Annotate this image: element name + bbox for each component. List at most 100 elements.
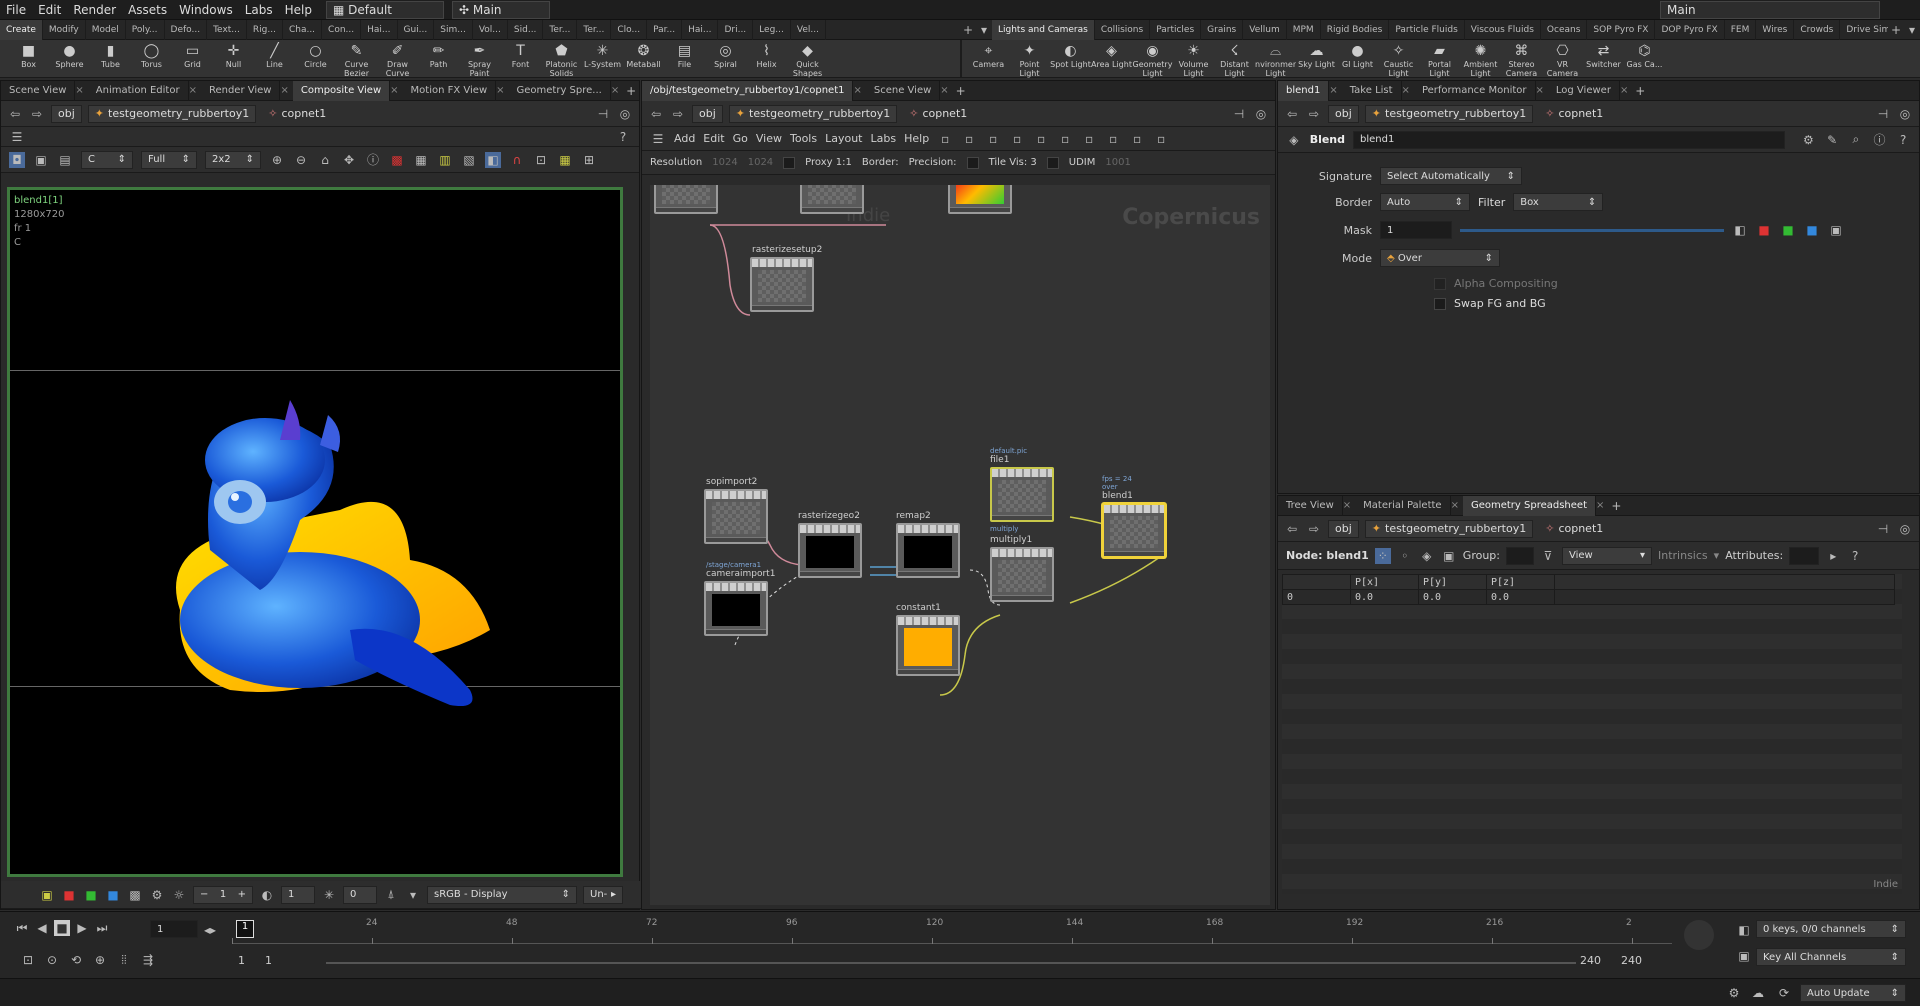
- color-toggle-icon[interactable]: ▥: [437, 152, 453, 168]
- menu-windows[interactable]: Windows: [173, 3, 239, 17]
- desktop-select[interactable]: ▦ Default: [326, 0, 444, 19]
- checker-icon[interactable]: ▩: [389, 152, 405, 168]
- magnet-icon[interactable]: ∩: [509, 152, 525, 168]
- spreadsheet-grid[interactable]: P[x] P[y] P[z] 0 0.0 0.0 0.0 Indie: [1282, 574, 1902, 894]
- tab-scene-view[interactable]: Scene View: [866, 80, 941, 101]
- path-geo[interactable]: ✦ testgeometry_rubbertoy1: [87, 104, 257, 123]
- shelf-tab[interactable]: Vol...: [473, 19, 508, 40]
- back-icon[interactable]: ⇦: [7, 106, 23, 122]
- alpha-checkbox[interactable]: [1434, 277, 1446, 290]
- column-header[interactable]: P[x]: [1350, 574, 1419, 590]
- monitor-icon[interactable]: ▤: [57, 152, 73, 168]
- tab-close-icon[interactable]: ×: [1329, 85, 1341, 96]
- context-select[interactable]: ✣ Main: [452, 0, 550, 19]
- points-icon[interactable]: ⁘: [1374, 547, 1391, 564]
- un-select[interactable]: Un- ▸: [583, 885, 623, 904]
- tool-gas-ca-[interactable]: ⌬ Gas Ca...: [1624, 40, 1665, 78]
- shelf-tab[interactable]: Hai...: [682, 19, 719, 40]
- path-geo[interactable]: ✦ testgeometry_rubbertoy1: [728, 104, 898, 123]
- tab-geometry-spreadsheet[interactable]: Geometry Spreadsheet: [1462, 495, 1596, 516]
- signature-select[interactable]: Select Automatically ⇕: [1380, 167, 1522, 185]
- info-icon[interactable]: ⓘ: [1872, 132, 1888, 148]
- tab-close-icon[interactable]: ×: [1451, 500, 1463, 511]
- tool-ambient-light[interactable]: ✺ Ambient Light: [1460, 40, 1501, 79]
- tool-camera[interactable]: ⌖ Camera: [968, 40, 1009, 78]
- help-icon[interactable]: ?: [615, 129, 631, 145]
- tool-tube[interactable]: ▮ Tube: [90, 40, 131, 78]
- auto-update-select[interactable]: Auto Update ⇕: [1800, 984, 1906, 1002]
- shelf-tab[interactable]: SOP Pyro FX: [1587, 19, 1656, 40]
- network-menu-go[interactable]: Go: [733, 132, 748, 145]
- node-name-field[interactable]: blend1: [1353, 130, 1785, 149]
- node-blend1[interactable]: [1102, 503, 1166, 558]
- tab-material-palette[interactable]: Material Palette: [1355, 495, 1451, 516]
- contrast-icon[interactable]: ◐: [259, 887, 275, 903]
- tool-file[interactable]: ▤ File: [664, 40, 705, 78]
- tab-composite-view[interactable]: Composite View: [292, 80, 391, 101]
- tool-portal-light[interactable]: ▰ Portal Light: [1419, 40, 1460, 79]
- tool-helix[interactable]: ⌇ Helix: [746, 40, 787, 78]
- tool-switcher[interactable]: ⇄ Switcher: [1583, 40, 1624, 78]
- shelf-tab[interactable]: Particles: [1150, 19, 1202, 40]
- pin-icon[interactable]: ⊣: [1875, 106, 1891, 122]
- tab-close-icon[interactable]: ×: [1343, 500, 1355, 511]
- shelf-tab[interactable]: Poly...: [126, 19, 165, 40]
- pin-icon[interactable]: ⊣: [595, 106, 611, 122]
- search-icon[interactable]: ⌕: [1848, 132, 1864, 148]
- tab-close-icon[interactable]: ×: [1596, 500, 1608, 511]
- shelf-tab[interactable]: Crowds: [1794, 19, 1841, 40]
- alpha-channel-icon[interactable]: ▩: [127, 887, 143, 903]
- end-frame-field[interactable]: 240: [1580, 954, 1601, 967]
- intrinsics-label[interactable]: Intrinsics: [1658, 549, 1708, 562]
- pin-icon[interactable]: ⊣: [1875, 521, 1891, 537]
- camera-icon[interactable]: ▫: [1153, 131, 1169, 147]
- tool-torus[interactable]: ◯ Torus: [131, 40, 172, 78]
- path-copnet[interactable]: ✧ copnet1: [1539, 104, 1869, 123]
- shelf-tab[interactable]: Vellum: [1243, 19, 1287, 40]
- network-menu-view[interactable]: View: [756, 132, 782, 145]
- mask-field[interactable]: 1: [1380, 221, 1452, 239]
- speed-icon[interactable]: ⊕: [92, 952, 108, 968]
- guide-icon[interactable]: ◧: [485, 151, 501, 168]
- path-obj[interactable]: obj: [1328, 104, 1359, 123]
- tool-circle[interactable]: ○ Circle: [295, 40, 336, 78]
- swap-checkbox[interactable]: [1434, 297, 1446, 310]
- shelf-tab[interactable]: Create: [0, 19, 43, 40]
- shelf-tab[interactable]: Con...: [322, 19, 362, 40]
- context-select-right[interactable]: Main: [1660, 0, 1880, 19]
- node-remap2[interactable]: [896, 523, 960, 578]
- rgb-icon[interactable]: ▣: [39, 887, 55, 903]
- vertices-icon[interactable]: ◦: [1397, 548, 1413, 564]
- blue-channel-icon[interactable]: ■: [105, 887, 121, 903]
- path-copnet[interactable]: ✧ copnet1: [262, 104, 589, 123]
- playhead[interactable]: 1: [236, 920, 254, 938]
- menu-file[interactable]: File: [0, 3, 32, 17]
- mask-green-icon[interactable]: ■: [1780, 222, 1796, 238]
- tab-close-icon[interactable]: ×: [1536, 85, 1548, 96]
- tool-path[interactable]: ✏ Path: [418, 40, 459, 78]
- end-frame-field-2[interactable]: 240: [1621, 954, 1642, 967]
- colorspace-select[interactable]: sRGB - Display ⇕: [427, 885, 577, 904]
- shelf-tab[interactable]: Text...: [207, 19, 247, 40]
- shelf-tab[interactable]: Drive Simulation: [1840, 20, 1888, 40]
- forward-icon[interactable]: ⇨: [1306, 106, 1322, 122]
- grid-toggle-icon[interactable]: ▦: [413, 152, 429, 168]
- tab-motion-fx-view[interactable]: Motion FX View: [403, 80, 497, 101]
- tab-close-icon[interactable]: ×: [75, 85, 87, 96]
- shelf-menu-icon[interactable]: ▾: [976, 22, 992, 38]
- link-icon[interactable]: ◎: [1253, 106, 1269, 122]
- node-sopimport2[interactable]: [704, 489, 768, 544]
- node-rasterizegeo2[interactable]: [798, 523, 862, 578]
- proxy-checkbox[interactable]: [783, 156, 796, 169]
- shelf-tab[interactable]: Grains: [1201, 19, 1244, 40]
- goto-end-icon[interactable]: ⏭: [94, 920, 110, 936]
- tool-grid[interactable]: ▭ Grid: [172, 40, 213, 78]
- network-menu-help[interactable]: Help: [904, 132, 929, 145]
- settings-icon[interactable]: ⚙: [149, 887, 165, 903]
- column-header[interactable]: P[z]: [1486, 574, 1555, 590]
- range-slider[interactable]: [326, 962, 1576, 964]
- tab-blend1[interactable]: blend1: [1278, 80, 1330, 101]
- shelf-tab[interactable]: Particle Fluids: [1389, 19, 1465, 40]
- shelf-tab[interactable]: Sid...: [508, 19, 544, 40]
- menu-labs[interactable]: Labs: [239, 3, 279, 17]
